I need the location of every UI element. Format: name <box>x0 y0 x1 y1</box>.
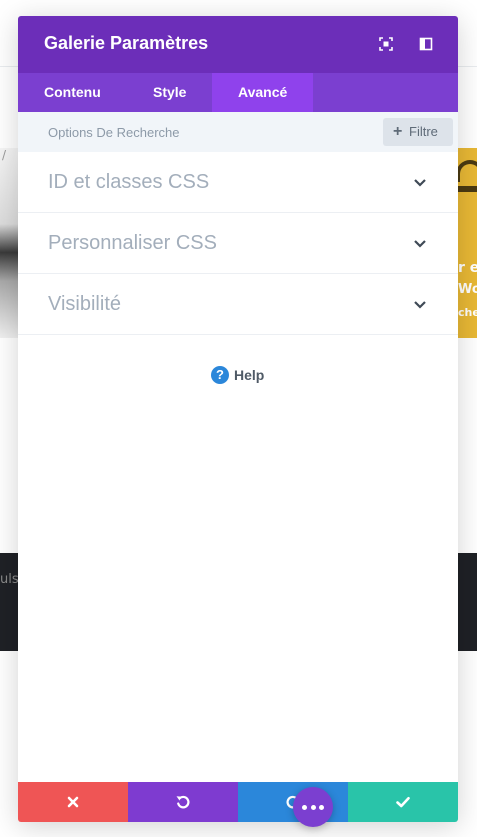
modal-footer <box>18 782 458 822</box>
section-label: Personnaliser CSS <box>48 232 217 254</box>
help-icon: ? <box>211 366 229 384</box>
more-dots-icon <box>310 805 316 810</box>
section-personnaliser-css[interactable]: Personnaliser CSS <box>18 213 458 274</box>
search-options-input[interactable]: Options De Recherche <box>48 125 180 140</box>
chevron-down-icon <box>414 240 426 248</box>
chevron-down-icon <box>414 301 426 309</box>
modal-header: Galerie Paramètres <box>18 16 458 73</box>
plus-icon: + <box>393 123 403 140</box>
filter-label: Filtre <box>409 124 438 139</box>
save-button[interactable] <box>348 782 458 822</box>
background-card-text-1: r e <box>458 260 477 276</box>
options-search-bar: Options De Recherche + Filtre <box>18 112 458 152</box>
background-mark: / <box>2 148 7 162</box>
fullscreen-icon[interactable] <box>379 37 393 51</box>
modal-tabs: Contenu Style Avancé <box>18 73 458 112</box>
section-visibilite[interactable]: Visibilité <box>18 274 458 335</box>
tab-style[interactable]: Style <box>128 73 212 112</box>
background-band-shape <box>456 186 477 192</box>
more-dots-icon <box>302 805 307 810</box>
undo-button[interactable] <box>128 782 238 822</box>
background-arch-shape <box>456 160 477 182</box>
background-image-right: r e Woc che <box>456 148 477 338</box>
chevron-down-icon <box>414 179 426 187</box>
help-label: Help <box>234 367 265 383</box>
more-options-button[interactable] <box>293 787 333 827</box>
filter-button[interactable]: + Filtre <box>383 118 453 146</box>
undo-icon <box>176 795 190 809</box>
modal-title: Galerie Paramètres <box>44 33 209 53</box>
section-id-classes-css[interactable]: ID et classes CSS <box>18 152 458 213</box>
more-dots-icon <box>319 805 324 810</box>
close-icon <box>67 796 79 808</box>
sidebar-toggle-icon[interactable] <box>419 37 433 51</box>
section-label: Visibilité <box>48 293 121 315</box>
tab-avance[interactable]: Avancé <box>212 73 313 112</box>
background-card-text-3: che <box>458 306 477 319</box>
settings-modal: Galerie Paramètres Contenu Style Avancé … <box>18 16 458 822</box>
cancel-button[interactable] <box>18 782 128 822</box>
check-icon <box>396 796 410 808</box>
background-card-text-2: Woc <box>458 282 477 297</box>
tab-contenu[interactable]: Contenu <box>18 73 128 112</box>
section-label: ID et classes CSS <box>48 171 210 193</box>
